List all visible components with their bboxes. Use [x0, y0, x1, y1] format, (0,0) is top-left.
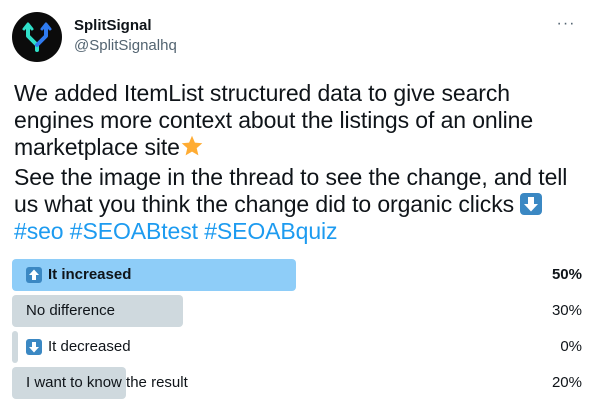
hashtag-link[interactable]: #seo [14, 218, 64, 244]
up-arrow-emoji [26, 267, 42, 283]
poll-option[interactable]: It decreased 0% [12, 331, 582, 363]
poll-option-percent: 20% [551, 374, 582, 391]
tweet-header: SplitSignal @SplitSignalhq ··· [12, 12, 578, 62]
poll: It increased 50% No difference 30% It de… [12, 259, 582, 403]
poll-bar [12, 331, 18, 363]
splitsignal-logo-icon [22, 22, 52, 52]
tweet-line: marketplace site [14, 134, 580, 164]
poll-option-label: It increased [48, 266, 132, 283]
poll-option-label: It decreased [48, 338, 131, 355]
down-arrow-emoji [520, 193, 543, 215]
poll-option-label: I want to know the result [26, 374, 188, 391]
author-handle[interactable]: @SplitSignalhq [74, 36, 177, 56]
star-emoji [180, 134, 204, 164]
tweet-line: engines more context about the listings … [14, 107, 534, 133]
down-arrow-emoji [26, 339, 42, 355]
tweet-line: See the image in the thread to see the c… [14, 164, 568, 190]
tweet-line-text: us what you think the change did to orga… [14, 191, 515, 217]
poll-option-percent: 30% [551, 302, 582, 319]
poll-option[interactable]: It increased 50% [12, 259, 582, 291]
hashtag-line: #seo #SEOABtest #SEOABquiz [14, 218, 580, 245]
poll-option-percent: 0% [560, 338, 582, 355]
more-horizontal-icon[interactable]: ··· [556, 14, 576, 34]
poll-option[interactable]: I want to know the result 20% [12, 367, 582, 399]
poll-option-label: No difference [26, 302, 115, 319]
author-display-name[interactable]: SplitSignal [74, 16, 177, 36]
tweet-line-text: marketplace site [14, 134, 180, 160]
tweet-line: us what you think the change did to orga… [14, 191, 580, 218]
tweet-line: We added ItemList structured data to giv… [14, 80, 510, 106]
poll-option[interactable]: No difference 30% [12, 295, 582, 327]
hashtag-link[interactable]: #SEOABquiz [204, 218, 337, 244]
poll-option-percent: 50% [551, 266, 582, 283]
avatar[interactable] [12, 12, 62, 62]
hashtag-link[interactable]: #SEOABtest [70, 218, 198, 244]
tweet-text: We added ItemList structured data to giv… [14, 80, 580, 245]
